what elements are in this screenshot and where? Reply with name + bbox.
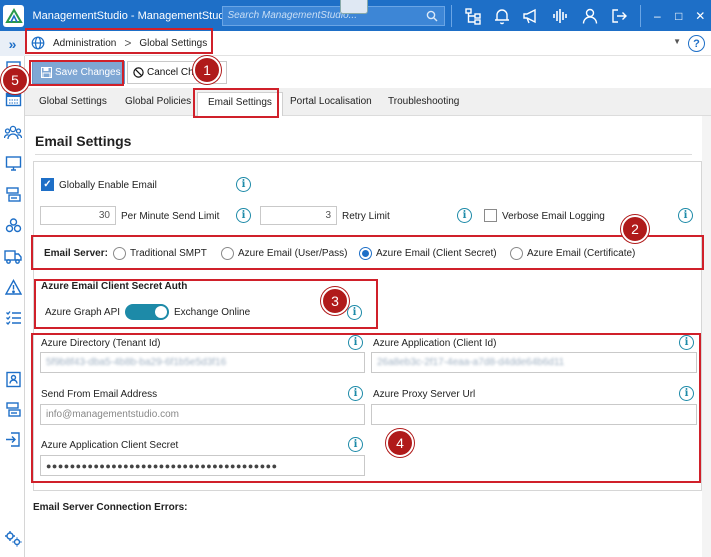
tab-global-policies[interactable]: Global Policies — [125, 96, 191, 107]
title-divider — [35, 154, 692, 155]
annotation-badge-5: 5 — [1, 66, 29, 94]
annotation-box-email-server — [31, 235, 704, 270]
server-stack-icon[interactable] — [3, 399, 23, 419]
retry-limit-label: Retry Limit — [342, 211, 390, 222]
maximize-button[interactable]: □ — [668, 9, 689, 23]
cancel-icon — [133, 67, 144, 78]
monitor-icon[interactable] — [3, 153, 23, 173]
vertical-scrollbar[interactable] — [702, 116, 711, 557]
annotation-badge-1: 1 — [193, 56, 221, 84]
user-icon[interactable] — [575, 0, 604, 31]
users-icon[interactable] — [3, 122, 23, 142]
app-logo-icon — [3, 4, 25, 27]
minimize-button[interactable]: – — [647, 9, 668, 23]
global-search-input[interactable]: Search ManagementStudio... — [222, 5, 446, 26]
apps-cluster-icon[interactable] — [3, 215, 23, 235]
servers-icon[interactable] — [3, 184, 23, 204]
settings-tabs: Global Settings Global Policies Email Se… — [25, 88, 711, 116]
bell-icon[interactable] — [487, 0, 516, 31]
voice-wave-icon[interactable] — [546, 0, 575, 31]
toolbar-divider — [639, 4, 641, 27]
help-icon[interactable]: ? — [688, 35, 705, 52]
dropdown-handle[interactable] — [340, 0, 368, 14]
annotation-badge-2: 2 — [621, 215, 649, 243]
expand-sidebar-icon[interactable]: » — [0, 31, 25, 56]
window-title: ManagementStudio - ManagementStudio — [32, 9, 234, 22]
warning-icon[interactable] — [3, 277, 23, 297]
annotation-box-breadcrumb — [25, 28, 213, 54]
action-toolbar: Save Changes Cancel Changes — [25, 56, 711, 88]
filter-dropdown-icon[interactable]: ▼ — [673, 37, 681, 46]
settings-gears-icon[interactable] — [3, 528, 23, 548]
hierarchy-icon[interactable] — [458, 0, 487, 31]
checklist-icon[interactable] — [3, 307, 23, 327]
info-icon[interactable]: i — [236, 177, 251, 192]
search-icon[interactable] — [426, 10, 438, 22]
per-minute-send-limit-input[interactable]: 30 — [40, 206, 116, 225]
sign-out-icon[interactable] — [604, 0, 633, 31]
email-server-connection-errors-label: Email Server Connection Errors: — [33, 502, 188, 513]
globally-enable-email-label: Globally Enable Email — [59, 180, 157, 191]
tab-portal-localisation[interactable]: Portal Localisation — [290, 96, 372, 107]
info-icon[interactable]: i — [678, 208, 693, 223]
toolbar-divider — [451, 4, 453, 27]
tab-troubleshooting[interactable]: Troubleshooting — [388, 96, 459, 107]
close-button[interactable]: ✕ — [690, 9, 711, 23]
truck-icon[interactable] — [3, 246, 23, 266]
tab-global-settings[interactable]: Global Settings — [39, 96, 107, 107]
retry-limit-input[interactable]: 3 — [260, 206, 337, 225]
contact-card-icon[interactable] — [3, 369, 23, 389]
globally-enable-email-checkbox[interactable]: ✓ — [41, 178, 54, 191]
verbose-email-logging-label: Verbose Email Logging — [502, 211, 605, 222]
annotation-badge-4: 4 — [386, 429, 414, 457]
megaphone-icon[interactable] — [517, 0, 546, 31]
info-icon[interactable]: i — [457, 208, 472, 223]
search-placeholder: Search ManagementStudio... — [227, 10, 357, 21]
annotation-box-save — [29, 60, 124, 86]
verbose-email-logging-checkbox[interactable] — [484, 209, 497, 222]
annotation-badge-3: 3 — [321, 287, 349, 315]
per-minute-send-limit-label: Per Minute Send Limit — [121, 211, 220, 222]
page-title: Email Settings — [35, 133, 132, 149]
left-sidebar: » — [0, 31, 25, 557]
info-icon[interactable]: i — [236, 208, 251, 223]
annotation-box-fields — [31, 333, 701, 483]
annotation-box-email-tab — [193, 88, 279, 118]
import-icon[interactable] — [3, 429, 23, 449]
